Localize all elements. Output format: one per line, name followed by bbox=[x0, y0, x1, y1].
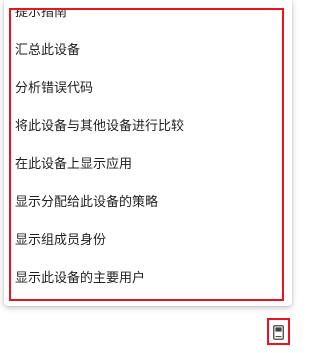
menu-item-show-group-membership[interactable]: 显示组成员身份 bbox=[11, 222, 282, 260]
menu-item-summarize-device[interactable]: 汇总此设备 bbox=[11, 32, 282, 70]
prompt-menu-highlight: 提示指南 汇总此设备 分析错误代码 将此设备与其他设备进行比较 在此设备上显示应… bbox=[9, 8, 284, 301]
menu-item-prompt-guide[interactable]: 提示指南 bbox=[11, 10, 282, 32]
device-icon bbox=[273, 325, 284, 340]
device-prompts-button[interactable] bbox=[267, 318, 290, 345]
prompt-menu-list: 提示指南 汇总此设备 分析错误代码 将此设备与其他设备进行比较 在此设备上显示应… bbox=[11, 10, 282, 298]
menu-item-show-primary-user[interactable]: 显示此设备的主要用户 bbox=[11, 260, 282, 298]
menu-item-show-assigned-policies[interactable]: 显示分配给此设备的策略 bbox=[11, 184, 282, 222]
menu-item-compare-devices[interactable]: 将此设备与其他设备进行比较 bbox=[11, 108, 282, 146]
menu-item-show-apps[interactable]: 在此设备上显示应用 bbox=[11, 146, 282, 184]
copilot-prompt-page: 提示指南 汇总此设备 分析错误代码 将此设备与其他设备进行比较 在此设备上显示应… bbox=[0, 0, 300, 353]
menu-item-analyze-error-code[interactable]: 分析错误代码 bbox=[11, 70, 282, 108]
